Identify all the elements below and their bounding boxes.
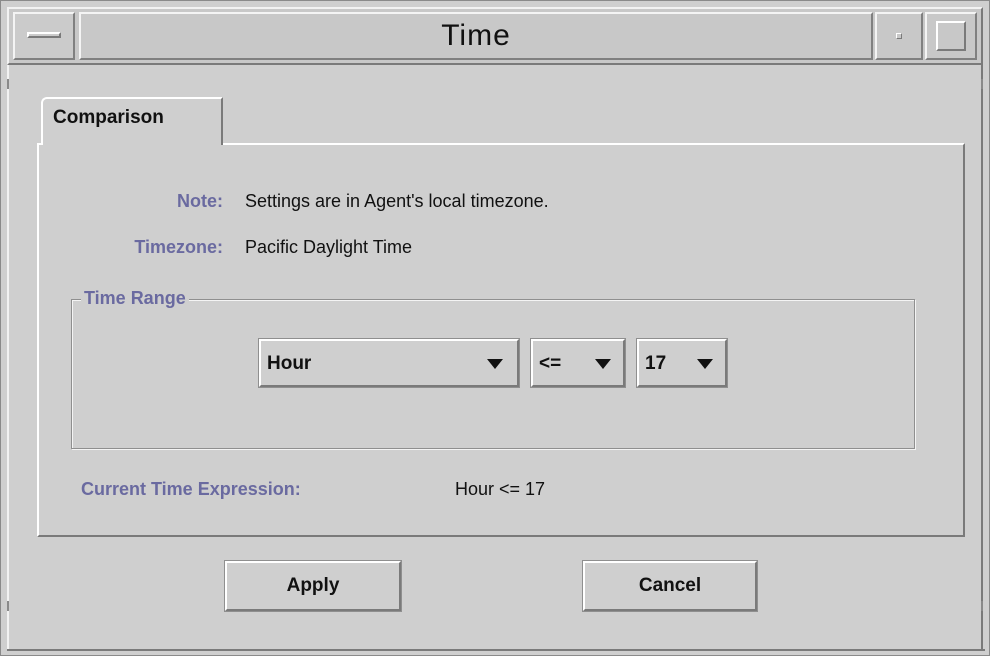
time-range-title: Time Range (81, 288, 189, 309)
note-label: Note: (177, 191, 223, 211)
frame-left-edge (7, 65, 9, 651)
window-menu-icon (27, 32, 61, 38)
value-select-value: 17 (645, 353, 667, 374)
window-menu-button[interactable] (13, 12, 75, 60)
chevron-down-icon (697, 359, 713, 369)
frame-right-edge (981, 65, 983, 651)
operator-select-value: <= (539, 353, 562, 374)
frame-notch (7, 601, 9, 611)
frame-notch (7, 79, 9, 89)
window-title: Time (79, 12, 873, 60)
frame-notch (981, 601, 983, 611)
cancel-button[interactable]: Cancel (583, 561, 757, 611)
operator-select[interactable]: <= (531, 339, 625, 387)
time-dialog-window: Time Comparison Note: Settings are in Ag… (0, 0, 990, 656)
frame-notch (981, 79, 983, 89)
tab-comparison-label: Comparison (53, 107, 164, 128)
maximize-button[interactable] (925, 12, 977, 60)
timezone-label: Timezone: (134, 237, 223, 257)
note-text: Settings are in Agent's local timezone. (245, 191, 549, 211)
tab-comparison[interactable]: Comparison (41, 97, 223, 145)
apply-button[interactable]: Apply (225, 561, 401, 611)
chevron-down-icon (595, 359, 611, 369)
timezone-value: Pacific Daylight Time (245, 237, 413, 257)
minimize-icon (896, 33, 902, 39)
current-expression-label: Current Time Expression: (81, 479, 301, 499)
frame-bottom-edge (7, 649, 985, 651)
maximize-icon (936, 21, 966, 51)
minimize-button[interactable] (875, 12, 923, 60)
time-field-select-value: Hour (267, 353, 312, 374)
title-bar[interactable]: Time (7, 7, 983, 65)
chevron-down-icon (487, 359, 503, 369)
value-select[interactable]: 17 (637, 339, 727, 387)
current-expression-value: Hour <= 17 (455, 479, 546, 499)
time-field-select[interactable]: Hour (259, 339, 519, 387)
